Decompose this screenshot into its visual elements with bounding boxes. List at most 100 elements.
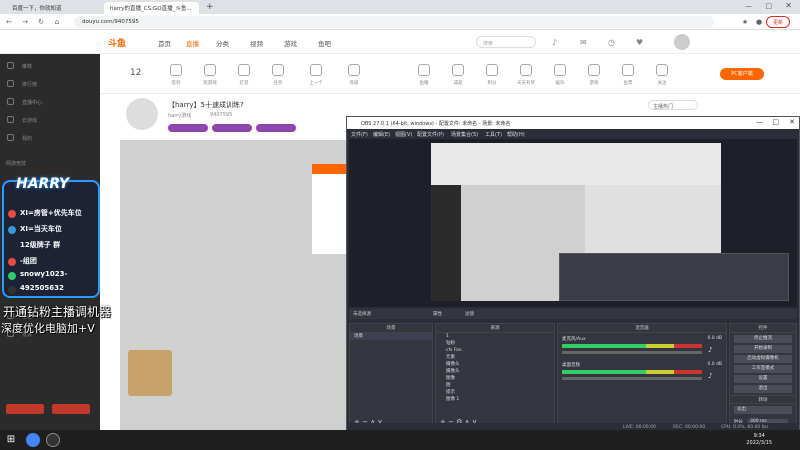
- sidebar-item-mine[interactable]: 我的: [22, 135, 32, 142]
- obs-source-item[interactable]: 图: [436, 382, 554, 389]
- nav-category[interactable]: 分类: [216, 38, 229, 48]
- url-input[interactable]: douyu.com/9407595: [74, 16, 714, 28]
- mixer-slider-2[interactable]: [562, 377, 702, 380]
- live-center-icon: [7, 98, 14, 105]
- transition-select[interactable]: 淡出: [734, 406, 792, 414]
- checkin-icon[interactable]: [170, 64, 182, 76]
- mixer-slider-1[interactable]: [562, 351, 702, 354]
- nav-home[interactable]: 首页: [158, 38, 171, 48]
- game-icon[interactable]: [588, 64, 600, 76]
- obs-menu-edit[interactable]: 编辑(E): [373, 131, 390, 138]
- entertainment-icon[interactable]: [554, 64, 566, 76]
- room-host[interactable]: harry游戏: [168, 112, 191, 119]
- close-window-button[interactable]: ✕: [785, 1, 792, 10]
- daily-prize-icon[interactable]: [520, 64, 532, 76]
- sidebar-red-button-1[interactable]: [6, 404, 44, 414]
- obs-menu-profile[interactable]: 配置文件(P): [417, 131, 444, 138]
- minimize-button[interactable]: —: [745, 2, 752, 10]
- obs-source-item[interactable]: 摄像头: [436, 361, 554, 368]
- previous-icon[interactable]: [310, 64, 322, 76]
- points-label: 积分: [487, 81, 497, 86]
- tab-douyu[interactable]: harry的直播_CS:GO直播_斗鱼...: [104, 2, 199, 14]
- new-tab-button[interactable]: +: [206, 2, 214, 12]
- maximize-button[interactable]: □: [765, 2, 772, 10]
- search-input[interactable]: 搜索: [476, 36, 536, 48]
- start-recording-button[interactable]: 开始录制: [734, 345, 792, 353]
- obs-properties-button[interactable]: 属性: [433, 311, 442, 317]
- speaker-icon[interactable]: ♪: [708, 372, 712, 380]
- obs-icon[interactable]: [46, 433, 60, 447]
- obs-menu-tools[interactable]: 工具(T): [485, 131, 502, 138]
- sidebar-red-button-2[interactable]: [52, 404, 90, 414]
- follow-list-icon[interactable]: [656, 64, 668, 76]
- nav-video[interactable]: 视频: [250, 38, 263, 48]
- message-icon[interactable]: ✉: [580, 38, 587, 47]
- star-icon[interactable]: ★: [740, 17, 750, 27]
- profile-icon[interactable]: ●: [754, 17, 764, 27]
- obs-filters-button[interactable]: 滤镜: [465, 311, 474, 317]
- obs-source-item[interactable]: 提示: [436, 389, 554, 396]
- points-icon[interactable]: [486, 64, 498, 76]
- update-button[interactable]: 更新: [765, 16, 790, 28]
- overlay-line-5: snowy1023-: [20, 270, 68, 278]
- nav-fishbar[interactable]: 鱼吧: [318, 38, 331, 48]
- obs-source-item[interactable]: cfs Fan: [436, 347, 554, 354]
- follow-host-button[interactable]: 主播热门: [648, 100, 698, 110]
- obs-source-item[interactable]: 1: [436, 333, 554, 340]
- level-icon[interactable]: [348, 64, 360, 76]
- settings-button[interactable]: 设置: [734, 375, 792, 383]
- obs-source-item[interactable]: 元素: [436, 354, 554, 361]
- obs-preview[interactable]: [349, 139, 797, 307]
- history-icon[interactable]: ◷: [608, 38, 615, 47]
- follow-icon[interactable]: ♥: [636, 38, 643, 47]
- tab-baidu[interactable]: 百度一下，你就知道: [6, 2, 91, 14]
- fish-food-label: 鱼粮: [419, 81, 429, 86]
- chrome-icon[interactable]: [26, 433, 40, 447]
- obs-maximize-button[interactable]: □: [772, 118, 779, 126]
- pc-client-button[interactable]: PC客户端: [720, 68, 764, 80]
- home-icon[interactable]: ⌂: [52, 17, 62, 27]
- obs-source-item[interactable]: 钻粉: [436, 340, 554, 347]
- obs-menu-help[interactable]: 帮助(H): [507, 131, 525, 138]
- avatar[interactable]: [674, 34, 690, 50]
- studio-mode-button[interactable]: 工作室模式: [734, 365, 792, 373]
- obs-menu-view[interactable]: 视图(V): [395, 131, 412, 138]
- sidebar-item-recommend[interactable]: 推荐: [22, 63, 32, 70]
- obs-menu-scene-collection[interactable]: 场景集合(S): [451, 131, 478, 138]
- gift-box[interactable]: [128, 350, 172, 396]
- forward-icon[interactable]: →: [20, 17, 30, 27]
- mixer-track-name: 麦克风/Aux: [562, 337, 586, 342]
- douyu-logo[interactable]: 斗鱼: [108, 36, 126, 49]
- nav-live[interactable]: 直播: [186, 38, 199, 48]
- bell-icon[interactable]: ♪: [552, 38, 557, 47]
- obs-scene-item[interactable]: 场景: [350, 333, 432, 340]
- start-icon[interactable]: ⊞: [4, 433, 18, 447]
- sidebar-item-ranking[interactable]: 排行榜: [22, 81, 37, 88]
- obs-minimize-button[interactable]: —: [756, 118, 763, 126]
- virtual-camera-button[interactable]: 启动虚拟摄像机: [734, 355, 792, 363]
- exit-button[interactable]: 退出: [734, 385, 792, 393]
- nav-games[interactable]: 游戏: [284, 38, 297, 48]
- sidebar-item-live-center[interactable]: 直播中心: [22, 99, 42, 106]
- speaker-icon[interactable]: ♪: [708, 346, 712, 354]
- back-icon[interactable]: ←: [4, 17, 14, 27]
- obs-source-item[interactable]: 图像: [436, 375, 554, 382]
- obs-menu-file[interactable]: 文件(F): [351, 131, 368, 138]
- fish-food-icon[interactable]: [418, 64, 430, 76]
- level-number: 12: [130, 68, 142, 78]
- achievement-icon[interactable]: [452, 64, 464, 76]
- reward-icon[interactable]: [238, 64, 250, 76]
- reload-icon[interactable]: ↻: [36, 17, 46, 27]
- obs-source-item[interactable]: 图像 1: [436, 396, 554, 403]
- browser-tabbar: 百度一下，你就知道 harry的直播_CS:GO直播_斗鱼... + — □ ✕: [0, 0, 800, 14]
- stop-streaming-button[interactable]: 停止推流: [734, 335, 792, 343]
- host-avatar[interactable]: [126, 98, 158, 130]
- obs-source-item[interactable]: 摄像头: [436, 368, 554, 375]
- fish-ticket-icon[interactable]: [622, 64, 634, 76]
- obs-controls-header: 控件: [730, 324, 796, 333]
- play-game-icon[interactable]: [204, 64, 216, 76]
- task-icon[interactable]: [272, 64, 284, 76]
- sidebar-item-cloud-game[interactable]: 云游戏: [22, 117, 37, 124]
- obs-close-button[interactable]: ✕: [789, 118, 795, 126]
- clock[interactable]: 9:34 2022/3/15: [746, 433, 772, 447]
